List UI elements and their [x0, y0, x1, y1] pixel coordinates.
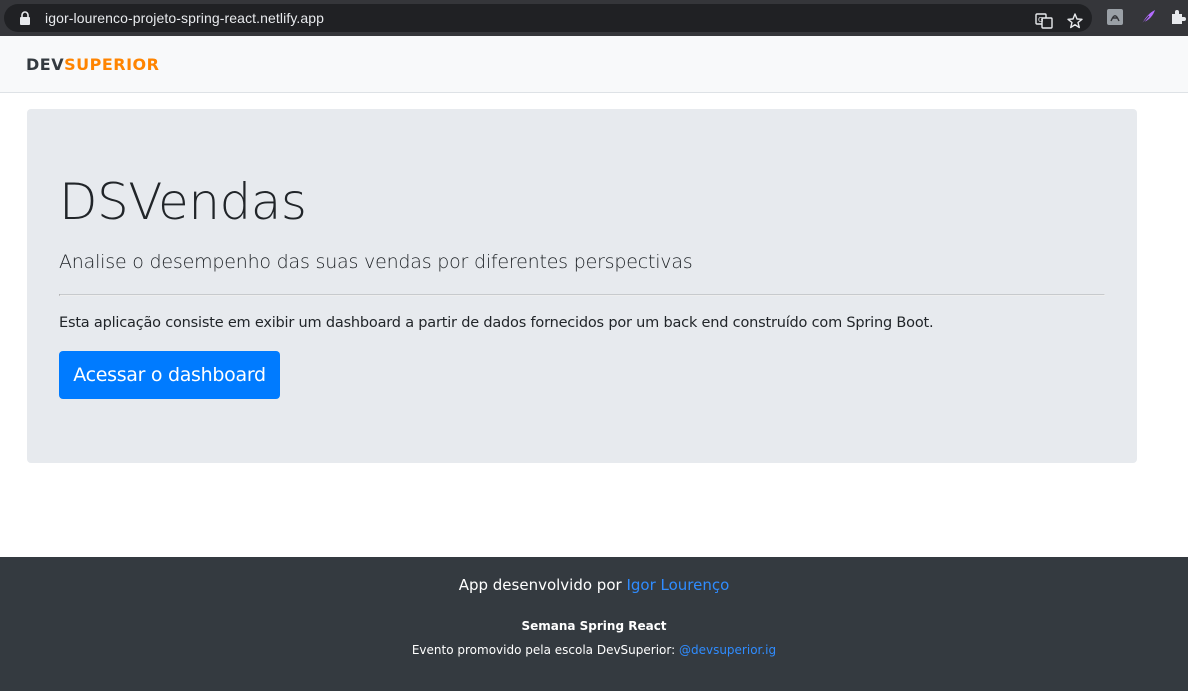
translate-icon[interactable]: G [1035, 12, 1053, 30]
divider [59, 294, 1105, 296]
footer: App desenvolvido por Igor Lourenço Seman… [0, 557, 1188, 691]
footer-credits: App desenvolvido por Igor Lourenço [0, 576, 1188, 594]
lock-icon[interactable] [19, 11, 31, 25]
navbar: DEVSUPERIOR [0, 36, 1188, 93]
brand-logo-dev: DEV [26, 55, 65, 74]
dashboard-button[interactable]: Acessar o dashboard [59, 351, 280, 399]
svg-text:G: G [1038, 16, 1043, 24]
footer-credits-text: App desenvolvido por [458, 576, 627, 594]
footer-event-text: Evento promovido pela escola DevSuperior… [411, 643, 679, 657]
brand-logo-superior: SUPERIOR [64, 55, 160, 74]
description-text: Esta aplicação consiste em exibir um das… [59, 315, 934, 331]
instagram-link[interactable]: @devsuperior.ig [679, 643, 776, 657]
brand-logo[interactable]: DEVSUPERIOR [26, 55, 159, 74]
pdf-extension-icon[interactable] [1106, 8, 1124, 26]
lead-text: Analise o desempenho das suas vendas por… [59, 251, 693, 273]
page-title: DSVendas [59, 173, 307, 231]
url-text[interactable]: igor-lourenco-projeto-spring-react.netli… [45, 10, 324, 26]
browser-toolbar: igor-lourenco-projeto-spring-react.netli… [0, 0, 1188, 36]
star-icon[interactable] [1066, 12, 1084, 30]
author-link[interactable]: Igor Lourenço [626, 576, 729, 594]
jumbotron: DSVendas Analise o desempenho das suas v… [27, 109, 1137, 463]
feather-extension-icon[interactable] [1139, 8, 1157, 26]
footer-event-info: Evento promovido pela escola DevSuperior… [0, 643, 1188, 657]
footer-event-title: Semana Spring React [521, 619, 667, 633]
address-bar[interactable]: igor-lourenco-projeto-spring-react.netli… [4, 4, 1092, 32]
puzzle-extensions-icon[interactable] [1169, 8, 1187, 26]
